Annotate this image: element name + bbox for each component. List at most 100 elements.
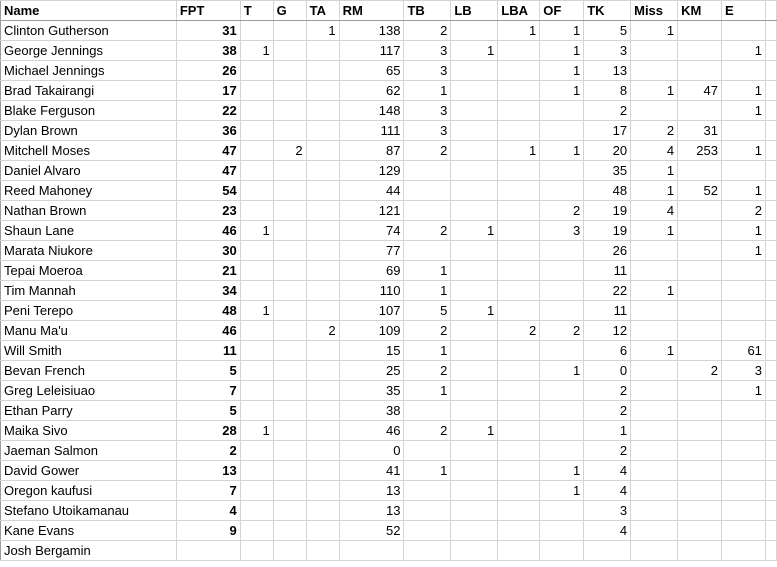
cell-fpt[interactable]: 23 bbox=[176, 200, 241, 221]
cell-e[interactable] bbox=[721, 160, 766, 181]
cell-lb[interactable] bbox=[450, 20, 499, 41]
cell-ta[interactable] bbox=[306, 500, 340, 521]
cell-of[interactable] bbox=[539, 340, 585, 361]
cell-e[interactable] bbox=[721, 120, 766, 141]
cell-km[interactable]: 47 bbox=[677, 80, 722, 101]
cell-miss[interactable] bbox=[630, 400, 679, 421]
cell-t[interactable] bbox=[240, 200, 274, 221]
cell-fpt[interactable]: 11 bbox=[176, 340, 241, 361]
cell-km[interactable] bbox=[677, 400, 722, 421]
cell-tk[interactable]: 11 bbox=[583, 260, 632, 281]
cell-miss[interactable] bbox=[630, 380, 679, 401]
cell-fpt[interactable]: 13 bbox=[176, 460, 241, 481]
cell-t[interactable]: 1 bbox=[240, 300, 274, 321]
cell-g[interactable] bbox=[273, 80, 307, 101]
cell-ta[interactable] bbox=[306, 340, 340, 361]
cell-t[interactable] bbox=[240, 80, 274, 101]
cell-km[interactable] bbox=[677, 520, 722, 541]
cell-tb[interactable]: 1 bbox=[403, 460, 452, 481]
player-name-cell[interactable]: Oregon kaufusi bbox=[0, 480, 177, 501]
player-name-cell[interactable]: Jaeman Salmon bbox=[0, 440, 177, 461]
cell-lb[interactable]: 1 bbox=[450, 300, 499, 321]
cell-e[interactable] bbox=[721, 460, 766, 481]
column-header-lba[interactable]: LBA bbox=[497, 0, 541, 21]
empty-cell[interactable] bbox=[765, 180, 777, 201]
cell-e[interactable]: 3 bbox=[721, 360, 766, 381]
cell-km[interactable] bbox=[677, 40, 722, 61]
cell-fpt[interactable]: 36 bbox=[176, 120, 241, 141]
cell-g[interactable] bbox=[273, 440, 307, 461]
cell-ta[interactable] bbox=[306, 480, 340, 501]
cell-miss[interactable]: 1 bbox=[630, 160, 679, 181]
cell-lba[interactable] bbox=[497, 400, 541, 421]
cell-of[interactable] bbox=[539, 100, 585, 121]
column-header-rm[interactable]: RM bbox=[339, 0, 405, 21]
cell-fpt[interactable]: 46 bbox=[176, 320, 241, 341]
cell-t[interactable] bbox=[240, 500, 274, 521]
cell-rm[interactable]: 13 bbox=[339, 480, 405, 501]
cell-ta[interactable] bbox=[306, 460, 340, 481]
cell-rm[interactable]: 44 bbox=[339, 180, 405, 201]
empty-cell[interactable] bbox=[765, 60, 777, 81]
cell-ta[interactable] bbox=[306, 420, 340, 441]
player-name-cell[interactable]: Michael Jennings bbox=[0, 60, 177, 81]
cell-lba[interactable] bbox=[497, 380, 541, 401]
cell-fpt[interactable]: 47 bbox=[176, 140, 241, 161]
column-header-km[interactable]: KM bbox=[677, 0, 722, 21]
empty-cell[interactable] bbox=[765, 440, 777, 461]
cell-lb[interactable] bbox=[450, 140, 499, 161]
cell-e[interactable]: 1 bbox=[721, 80, 766, 101]
player-name-cell[interactable]: Reed Mahoney bbox=[0, 180, 177, 201]
cell-rm[interactable]: 0 bbox=[339, 440, 405, 461]
cell-tb[interactable]: 1 bbox=[403, 380, 452, 401]
cell-ta[interactable] bbox=[306, 380, 340, 401]
cell-e[interactable] bbox=[721, 20, 766, 41]
column-header-e[interactable]: E bbox=[721, 0, 766, 21]
cell-lba[interactable] bbox=[497, 220, 541, 241]
cell-e[interactable] bbox=[721, 300, 766, 321]
cell-t[interactable] bbox=[240, 380, 274, 401]
cell-miss[interactable]: 4 bbox=[630, 140, 679, 161]
cell-tk[interactable]: 4 bbox=[583, 480, 632, 501]
cell-rm[interactable]: 25 bbox=[339, 360, 405, 381]
cell-miss[interactable] bbox=[630, 100, 679, 121]
cell-km[interactable] bbox=[677, 460, 722, 481]
cell-fpt[interactable]: 21 bbox=[176, 260, 241, 281]
cell-tk[interactable]: 2 bbox=[583, 440, 632, 461]
cell-fpt[interactable]: 17 bbox=[176, 80, 241, 101]
player-name-cell[interactable]: Maika Sivo bbox=[0, 420, 177, 441]
cell-lba[interactable]: 1 bbox=[497, 140, 541, 161]
cell-rm[interactable]: 117 bbox=[339, 40, 405, 61]
player-name-cell[interactable]: Will Smith bbox=[0, 340, 177, 361]
cell-of[interactable]: 3 bbox=[539, 220, 585, 241]
cell-g[interactable] bbox=[273, 300, 307, 321]
empty-cell[interactable] bbox=[765, 420, 777, 441]
cell-tb[interactable]: 3 bbox=[403, 40, 452, 61]
empty-cell[interactable] bbox=[765, 360, 777, 381]
cell-lba[interactable] bbox=[497, 440, 541, 461]
cell-e[interactable]: 1 bbox=[721, 140, 766, 161]
cell-rm[interactable]: 52 bbox=[339, 520, 405, 541]
cell-lb[interactable] bbox=[450, 520, 499, 541]
cell-rm[interactable]: 138 bbox=[339, 20, 405, 41]
cell-lb[interactable] bbox=[450, 260, 499, 281]
cell-km[interactable]: 31 bbox=[677, 120, 722, 141]
cell-ta[interactable] bbox=[306, 440, 340, 461]
cell-lba[interactable]: 1 bbox=[497, 20, 541, 41]
cell-tk[interactable]: 12 bbox=[583, 320, 632, 341]
cell-km[interactable] bbox=[677, 200, 722, 221]
cell-km[interactable]: 52 bbox=[677, 180, 722, 201]
cell-tk[interactable]: 48 bbox=[583, 180, 632, 201]
cell-ta[interactable] bbox=[306, 260, 340, 281]
cell-of[interactable] bbox=[539, 440, 585, 461]
player-name-cell[interactable]: Tim Mannah bbox=[0, 280, 177, 301]
cell-of[interactable]: 1 bbox=[539, 140, 585, 161]
cell-fpt[interactable]: 9 bbox=[176, 520, 241, 541]
cell-fpt[interactable]: 7 bbox=[176, 380, 241, 401]
cell-lba[interactable] bbox=[497, 300, 541, 321]
cell-ta[interactable]: 2 bbox=[306, 320, 340, 341]
cell-of[interactable] bbox=[539, 380, 585, 401]
column-header-name[interactable]: Name bbox=[0, 0, 177, 21]
cell-tb[interactable]: 2 bbox=[403, 20, 452, 41]
cell-ta[interactable] bbox=[306, 280, 340, 301]
